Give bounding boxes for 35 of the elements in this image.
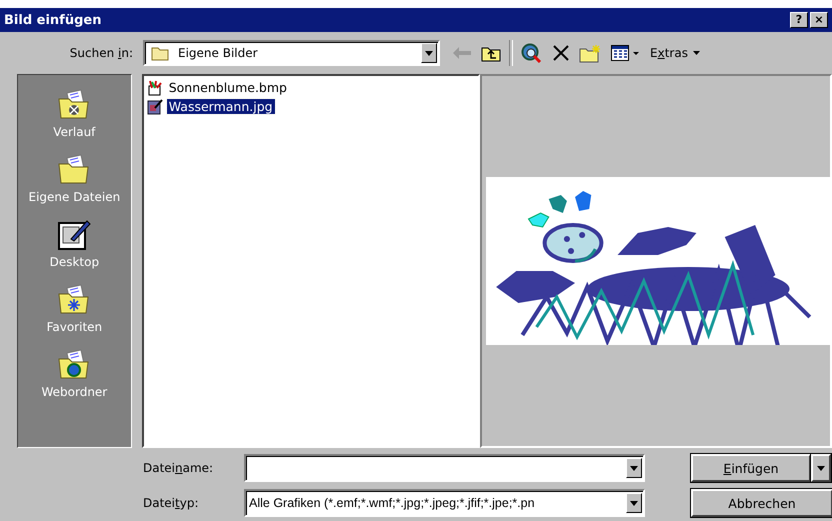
- places-item[interactable]: Verlauf: [18, 89, 130, 139]
- folder-icon: [57, 89, 92, 121]
- file-name-field[interactable]: [244, 454, 645, 482]
- delete-icon[interactable]: [553, 45, 569, 61]
- folder-icon: [57, 284, 92, 316]
- file-item[interactable]: Sonnenblume.bmp: [166, 80, 289, 95]
- file-type-dropdown[interactable]: Alle Grafiken (*.emf;*.wmf;*.jpg;*.jpeg;*.jfif;*.jpe;*.pn: [244, 489, 645, 517]
- insert-button[interactable]: Einfügen: [691, 454, 811, 482]
- look-in-dropdown[interactable]: Eigene Bilder: [143, 40, 440, 66]
- views-icon[interactable]: [611, 45, 641, 61]
- help-button[interactable]: ?: [790, 12, 808, 28]
- caret-icon: [692, 51, 700, 55]
- places-item[interactable]: Eigene Dateien: [18, 154, 130, 204]
- paint-file-icon: [146, 80, 163, 96]
- cancel-button[interactable]: Abbrechen: [691, 489, 832, 517]
- folder-icon: [57, 154, 92, 186]
- places-item[interactable]: Desktop: [18, 219, 130, 269]
- web-search-icon[interactable]: [521, 43, 543, 63]
- file-type-label: Dateityp:: [143, 496, 200, 510]
- places-item[interactable]: Webordner: [18, 349, 130, 399]
- caret-icon: [817, 466, 825, 470]
- new-folder-icon[interactable]: [579, 44, 601, 62]
- file-item[interactable]: Wassermann.jpg: [166, 99, 275, 114]
- close-button[interactable]: ×: [810, 12, 828, 28]
- places-item[interactable]: Favoriten: [18, 284, 130, 334]
- look-in-label: Suchen in:: [68, 46, 134, 60]
- desktop-icon: [57, 219, 92, 251]
- folder-icon: [151, 46, 169, 60]
- file-name-label: Dateiname:: [143, 461, 214, 475]
- folder-icon: [57, 349, 92, 381]
- image-file-icon: [146, 98, 163, 114]
- extras-menu-button[interactable]: Extras: [648, 46, 702, 60]
- insert-options-button[interactable]: [811, 454, 831, 482]
- window-title: Bild einfügen: [4, 12, 102, 28]
- up-folder-icon[interactable]: [481, 44, 501, 62]
